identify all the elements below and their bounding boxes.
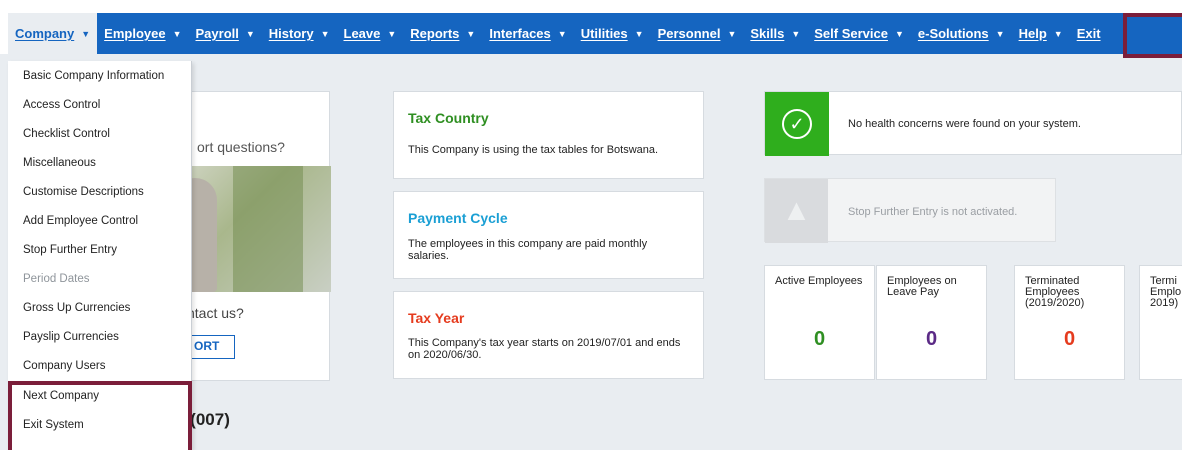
tax-country-card: Tax Country This Company is using the ta… <box>393 91 704 179</box>
menu-skills[interactable]: Skills ▼ <box>743 13 807 54</box>
check-icon: ✓ <box>782 109 812 139</box>
dropdown-highlight-box <box>8 381 192 450</box>
warning-icon: ▲ <box>765 179 828 243</box>
menu-item-basic-company-information[interactable]: Basic Company Information <box>23 70 164 82</box>
menu-item-stop-further-entry[interactable]: Stop Further Entry <box>23 244 117 256</box>
chevron-down-icon: ▼ <box>791 28 801 39</box>
payment-cycle-card: Payment Cycle The employees in this comp… <box>393 191 704 279</box>
chevron-down-icon: ▼ <box>634 28 644 39</box>
payment-cycle-text: The employees in this company are paid m… <box>408 238 648 262</box>
menu-interfaces[interactable]: Interfaces ▼ <box>482 13 573 54</box>
menu-item-checklist-control[interactable]: Checklist Control <box>23 128 110 140</box>
chevron-down-icon: ▼ <box>466 28 476 39</box>
tax-country-text: This Company is using the tax tables for… <box>408 144 659 156</box>
tax-year-text: This Company's tax year starts on 2019/0… <box>408 337 681 361</box>
stat-value: 0 <box>1063 328 1076 350</box>
health-message: No health concerns were found on your sy… <box>848 118 1081 130</box>
stat-value: 0 <box>813 328 826 350</box>
menu-item-payslip-currencies[interactable]: Payslip Currencies <box>23 331 119 343</box>
menu-exit[interactable]: Exit <box>1069 13 1108 54</box>
stat-active-employees[interactable]: Active Employees 0 <box>764 265 875 380</box>
menu-e-solutions[interactable]: e-Solutions ▼ <box>911 13 1012 54</box>
stat-leave-pay[interactable]: Employees on Leave Pay 0 <box>876 265 987 380</box>
tax-year-card: Tax Year This Company's tax year starts … <box>393 291 704 379</box>
menu-company[interactable]: Company ▼ <box>8 13 98 54</box>
menu-item-company-users[interactable]: Company Users <box>23 360 105 372</box>
exit-highlight-box <box>1123 13 1182 58</box>
menu-help[interactable]: Help ▼ <box>1012 13 1070 54</box>
chevron-down-icon: ▼ <box>245 28 255 39</box>
health-ok-block: ✓ <box>765 92 829 156</box>
top-menu-bar: Company ▼ Employee ▼ Payroll ▼ History ▼ Lea… <box>0 0 1182 54</box>
menu-employee[interactable]: Employee ▼ <box>97 13 188 54</box>
tax-year-title: Tax Year <box>408 310 465 326</box>
menu-utilities[interactable]: Utilities ▼ <box>574 13 651 54</box>
menu-personnel[interactable]: Personnel ▼ <box>651 13 744 54</box>
menu-item-add-employee-control[interactable]: Add Employee Control <box>23 215 138 227</box>
chevron-down-icon: ▼ <box>894 28 904 39</box>
stat-terminated[interactable]: Terminated Employees (2019/2020) 0 <box>1014 265 1125 380</box>
tax-country-title: Tax Country <box>408 110 489 126</box>
stop-entry-panel: ▲ Stop Further Entry is not activated. <box>764 178 1056 243</box>
menu-history[interactable]: History ▼ <box>262 13 337 54</box>
menu-item-customise-descriptions[interactable]: Customise Descriptions <box>23 186 144 198</box>
menu-item-gross-up-currencies[interactable]: Gross Up Currencies <box>23 302 130 314</box>
menu-item-miscellaneous[interactable]: Miscellaneous <box>23 157 96 169</box>
chevron-down-icon: ▼ <box>81 28 91 39</box>
stat-terminated-prev[interactable]: Termi Emplo 2019) <box>1139 265 1182 380</box>
contact-question: ntact us? <box>187 305 244 321</box>
chevron-down-icon: ▼ <box>557 28 567 39</box>
chevron-down-icon: ▼ <box>727 28 737 39</box>
menu-reports[interactable]: Reports ▼ <box>403 13 482 54</box>
payment-cycle-title: Payment Cycle <box>408 210 508 226</box>
menu-payroll[interactable]: Payroll ▼ <box>189 13 262 54</box>
menu-item-access-control[interactable]: Access Control <box>23 99 100 111</box>
chevron-down-icon: ▼ <box>387 28 397 39</box>
support-question: ort questions? <box>197 139 285 155</box>
menu-item-period-dates: Period Dates <box>23 273 90 285</box>
chevron-down-icon: ▼ <box>1053 28 1063 39</box>
stat-value: 0 <box>925 328 938 350</box>
chevron-down-icon: ▼ <box>320 28 330 39</box>
chevron-down-icon: ▼ <box>172 28 182 39</box>
menu-self-service[interactable]: Self Service ▼ <box>807 13 911 54</box>
chevron-down-icon: ▼ <box>995 28 1005 39</box>
menu-leave[interactable]: Leave ▼ <box>337 13 404 54</box>
main-menu: Company ▼ Employee ▼ Payroll ▼ History ▼ Lea… <box>8 13 1182 54</box>
stop-entry-message: Stop Further Entry is not activated. <box>848 206 1018 218</box>
health-status-panel: ✓ No health concerns were found on your … <box>764 91 1182 156</box>
